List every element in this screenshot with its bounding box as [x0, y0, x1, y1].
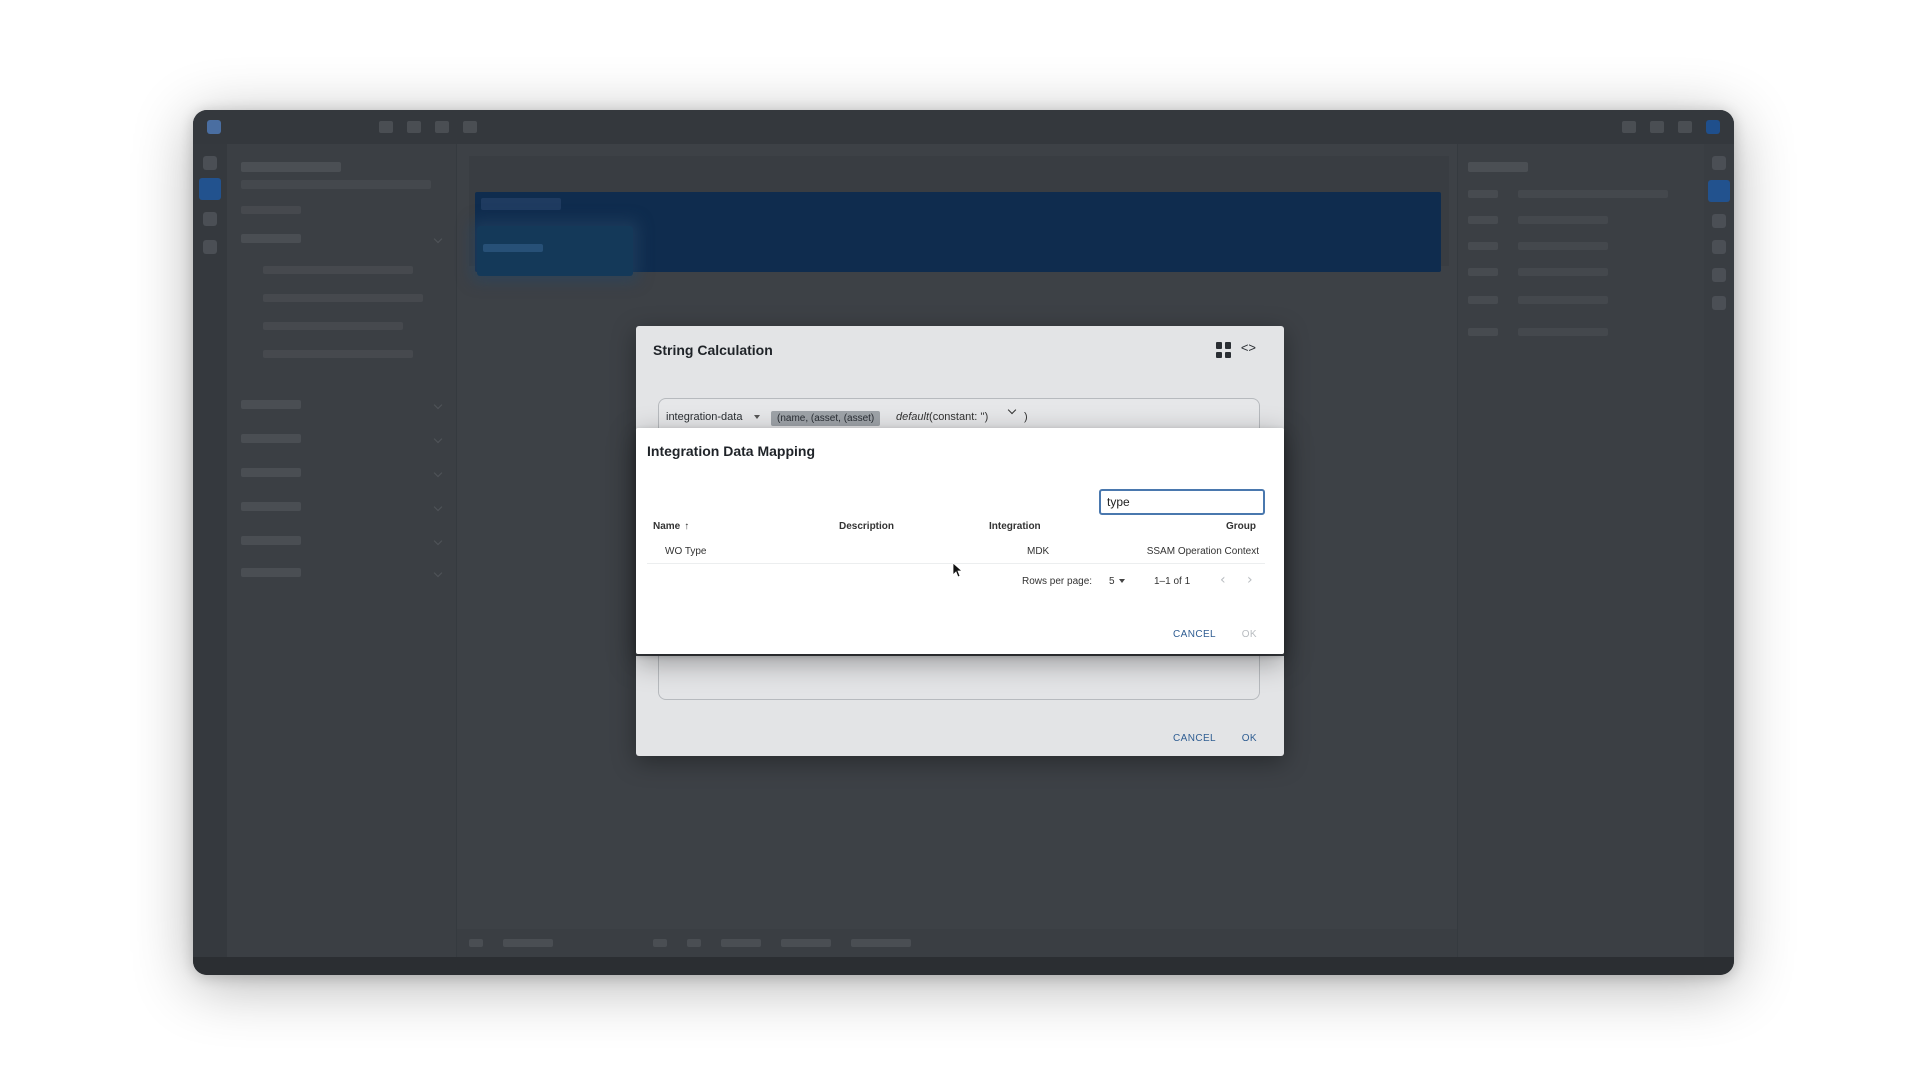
panel-section	[241, 434, 443, 444]
previous-page-icon[interactable]: ‹	[1220, 572, 1226, 588]
settings-icon	[1678, 121, 1692, 133]
panel-line	[263, 350, 413, 358]
edit-icon	[1622, 121, 1636, 133]
row-name: WO Type	[665, 546, 707, 557]
default-fn-args: (constant: '')	[929, 411, 989, 423]
panel-section	[241, 400, 443, 410]
data-icon	[203, 212, 217, 226]
toolbar-right	[1622, 120, 1720, 134]
expression-editor-bottom	[658, 656, 1260, 700]
panel-line	[263, 294, 423, 302]
next-page-icon[interactable]: ›	[1247, 572, 1253, 588]
property-row	[1468, 296, 1678, 305]
string-calc-ok-button[interactable]: OK	[1242, 733, 1257, 744]
mapping-dialog-title: Integration Data Mapping	[647, 443, 815, 459]
canvas-bottom-bar	[457, 929, 1457, 957]
bottom-bar-item	[503, 939, 553, 947]
bottom-bar-item	[851, 939, 911, 947]
column-header-integration: Integration	[989, 521, 1041, 532]
toolbar-tools	[379, 121, 477, 133]
sort-ascending-icon: ↑	[684, 521, 690, 532]
properties-title-placeholder	[1468, 162, 1528, 172]
settings-nav-icon	[203, 240, 217, 254]
redo-icon	[407, 121, 421, 133]
grid-view-icon[interactable]	[1216, 342, 1232, 358]
row-integration: MDK	[1027, 546, 1050, 557]
panel-section	[241, 468, 443, 478]
save-icon	[463, 121, 477, 133]
chevron-down-icon[interactable]	[754, 415, 760, 419]
wrench-icon	[1712, 240, 1726, 254]
status-bar	[193, 957, 1734, 975]
column-name-label: Name	[653, 521, 681, 532]
rows-per-page-value: 5	[1109, 576, 1115, 587]
code-view-icon[interactable]: <>	[1241, 340, 1256, 355]
components-icon	[199, 178, 221, 200]
preview-icon	[1650, 121, 1664, 133]
table-row[interactable]: WO Type MDK SSAM Operation Context	[647, 540, 1265, 564]
column-header-description: Description	[839, 521, 895, 532]
panel-search-placeholder	[241, 180, 431, 189]
canvas-selected-field	[477, 226, 633, 276]
rail-active-icon	[1708, 180, 1730, 202]
source-select-label[interactable]: integration-data	[666, 411, 742, 423]
desktop-icon	[653, 939, 667, 947]
chevron-down-icon	[1118, 579, 1125, 584]
search-input[interactable]	[1099, 489, 1265, 515]
home-icon	[203, 156, 217, 170]
bottom-bar-item	[781, 939, 831, 947]
pagination-range: 1–1 of 1	[1154, 576, 1191, 587]
integration-data-mapping-dialog: Integration Data Mapping Name↑ Descripti…	[636, 428, 1284, 654]
upload-icon	[435, 121, 449, 133]
mobile-icon	[687, 939, 701, 947]
left-nav-rail	[193, 144, 227, 957]
page-icon	[469, 939, 483, 947]
app-logo-icon	[207, 120, 221, 134]
property-row	[1468, 190, 1678, 199]
panel-section	[241, 568, 443, 578]
check-icon	[1712, 296, 1726, 310]
column-header-name[interactable]: Name ↑	[653, 521, 689, 532]
panel-section	[241, 536, 443, 546]
close-paren: )	[1024, 411, 1028, 423]
mapping-cancel-button[interactable]: CANCEL	[1173, 629, 1216, 640]
selected-token[interactable]: (name, (asset, (asset)	[771, 411, 881, 426]
undo-icon	[379, 121, 393, 133]
account-icon	[1706, 120, 1720, 134]
right-tool-rail	[1704, 144, 1734, 957]
panel-line	[241, 206, 301, 214]
property-row	[1468, 268, 1678, 277]
banner-title-placeholder	[481, 198, 561, 210]
property-row	[1468, 216, 1678, 225]
chevron-down-icon[interactable]	[1007, 405, 1017, 415]
component-selector-panel	[227, 144, 457, 957]
column-header-group: Group	[1226, 521, 1256, 532]
panel-title-placeholder	[241, 162, 341, 172]
panel-line	[263, 322, 403, 330]
panel-section	[241, 502, 443, 512]
string-calc-cancel-button[interactable]: CANCEL	[1173, 733, 1216, 744]
default-fn-name: default	[896, 411, 930, 423]
app-toolbar	[193, 110, 1734, 144]
mapping-ok-button[interactable]: OK	[1242, 629, 1257, 640]
panel-section	[241, 234, 443, 244]
rows-per-page-label: Rows per page:	[1022, 576, 1093, 587]
property-row	[1468, 328, 1678, 337]
rail-tool-icon	[1712, 214, 1726, 228]
row-group: SSAM Operation Context	[1146, 546, 1259, 557]
properties-panel	[1457, 144, 1704, 957]
field-label-placeholder	[483, 244, 543, 252]
rail-tool-icon	[1712, 156, 1726, 170]
panel-line	[263, 266, 413, 274]
bottom-bar-item	[721, 939, 761, 947]
rail-tool-icon	[1712, 268, 1726, 282]
rows-per-page-select[interactable]: 5	[1109, 576, 1125, 587]
default-function[interactable]: default(constant: '')	[896, 411, 988, 423]
property-row	[1468, 242, 1678, 251]
string-calc-title: String Calculation	[653, 342, 773, 358]
